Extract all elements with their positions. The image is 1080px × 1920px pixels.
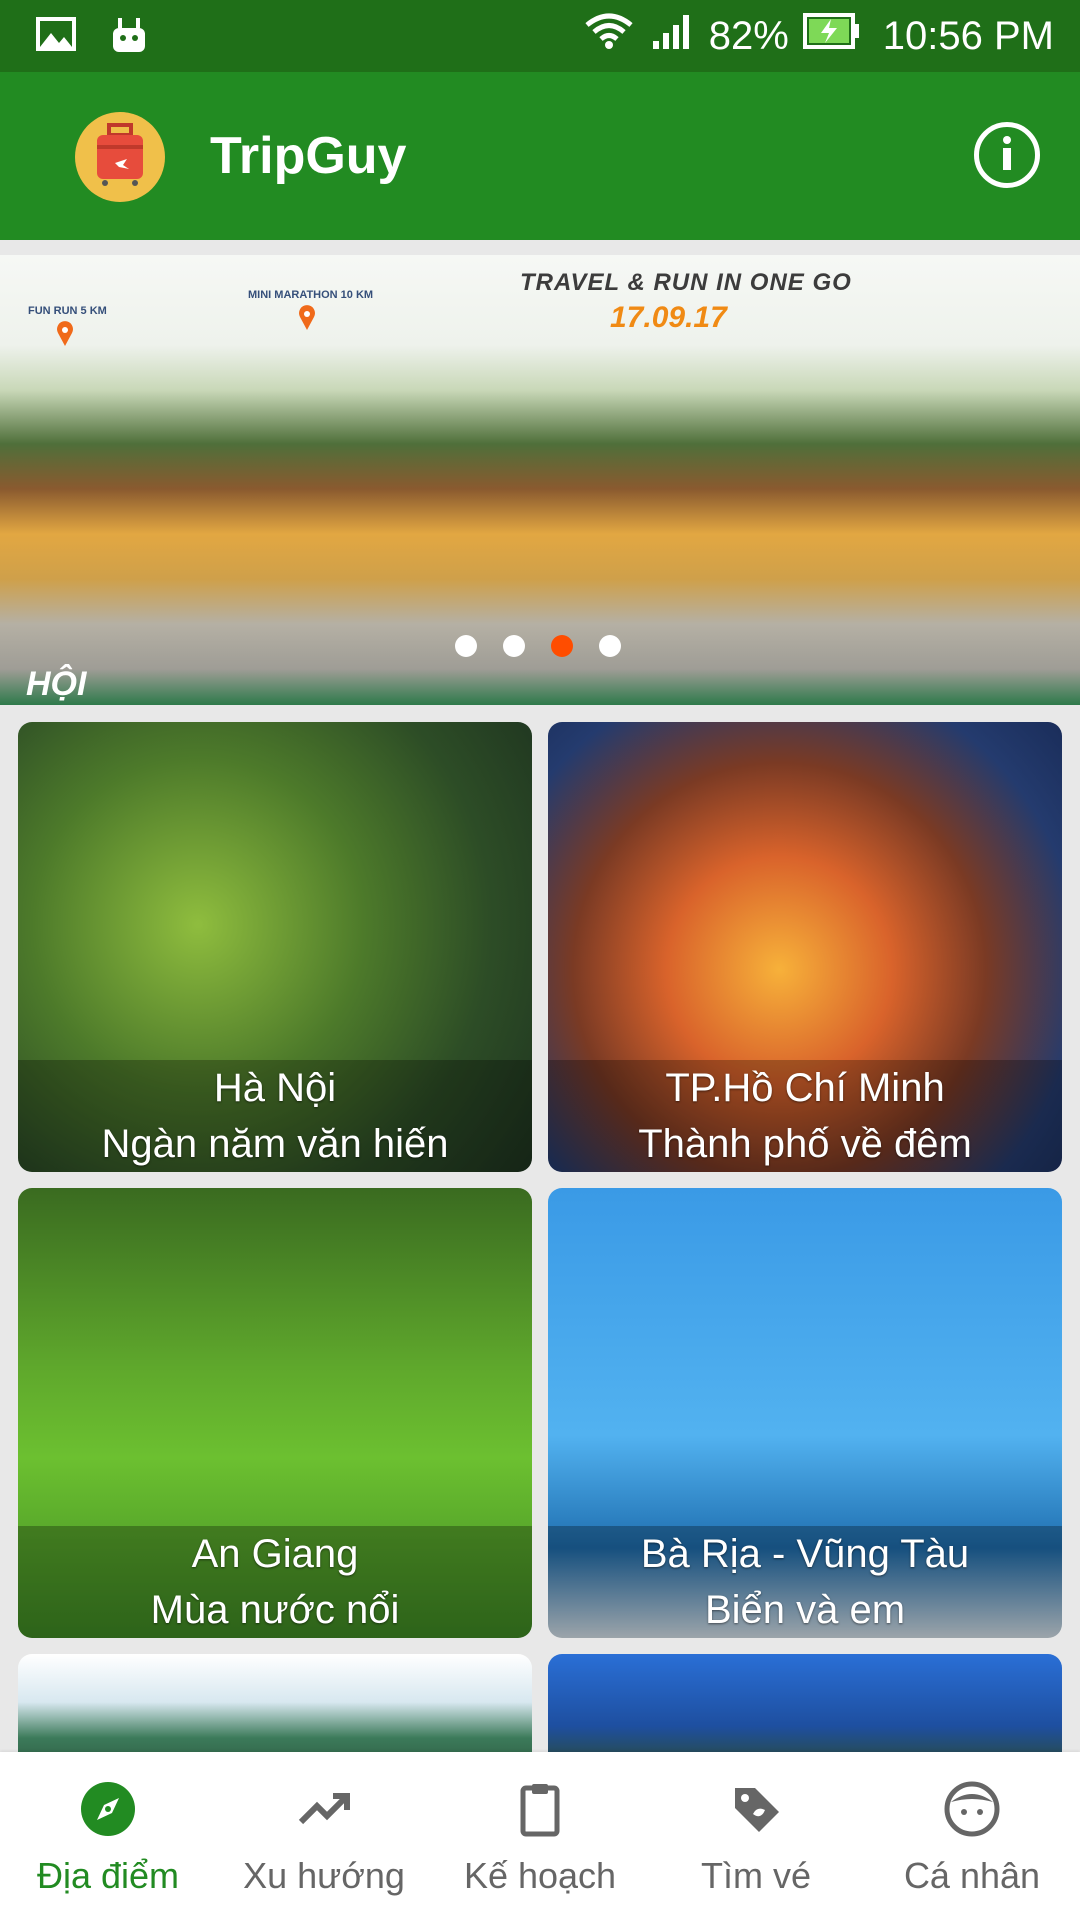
carousel-dot-active[interactable] <box>551 635 573 657</box>
battery-percent: 82% <box>708 13 789 58</box>
nav-label: Tìm vé <box>700 1855 811 1896</box>
destination-name: Bà Rịa - Vũng Tàu <box>640 1532 970 1576</box>
card-caption: Hà Nội Ngàn năm văn hiến <box>18 1060 532 1172</box>
destination-name: TP.Hồ Chí Minh <box>665 1066 945 1110</box>
nav-label: Xu hướng <box>243 1855 405 1896</box>
bottom-navigation: Địa điểm Xu hướng Kế hoạch Tìm vé Cá nhâ… <box>0 1752 1080 1920</box>
battery-charging-icon <box>802 11 861 61</box>
card-caption: An Giang Mùa nước nổi <box>18 1526 532 1638</box>
nav-label: Kế hoạch <box>463 1855 617 1896</box>
destination-subtitle: Ngàn năm văn hiến <box>101 1122 449 1166</box>
card-caption: Bà Rịa - Vũng Tàu Biển và em <box>548 1526 1062 1638</box>
nav-item-places[interactable]: Địa điểm <box>8 1752 208 1897</box>
destination-card-an-giang[interactable]: An Giang Mùa nước nổi <box>18 1188 532 1638</box>
nav-item-trends[interactable]: Xu hướng <box>224 1752 424 1897</box>
gallery-icon <box>36 16 76 56</box>
nav-label: Cá nhân <box>903 1855 1041 1896</box>
nav-item-profile[interactable]: Cá nhân <box>872 1752 1072 1897</box>
wifi-icon <box>583 11 637 61</box>
destination-subtitle: Thành phố về đêm <box>638 1122 972 1166</box>
suitcase-icon <box>93 122 147 192</box>
destination-card-hanoi[interactable]: Hà Nội Ngàn năm văn hiến <box>18 722 532 1172</box>
destination-grid: Hà Nội Ngàn năm văn hiến TP.Hồ Chí Minh … <box>18 722 1062 1774</box>
ticket-tag-icon <box>727 1780 785 1847</box>
android-icon <box>110 14 148 59</box>
banner-date: 17.09.17 <box>610 301 727 334</box>
app-logo <box>75 112 165 202</box>
carousel-dot[interactable] <box>599 635 621 657</box>
card-caption: TP.Hồ Chí Minh Thành phố về đêm <box>548 1060 1062 1172</box>
face-icon <box>943 1780 1001 1847</box>
destination-name: Hà Nội <box>213 1066 337 1110</box>
banner-headline: TRAVEL & RUN IN ONE GO <box>520 269 852 296</box>
clipboard-icon <box>511 1780 569 1847</box>
status-bar: 82% 10:56 PM <box>0 0 1080 72</box>
destination-subtitle: Mùa nước nổi <box>150 1588 400 1632</box>
banner-pin-label-2: MINI MARATHON 10 KM <box>248 289 374 301</box>
banner-pin-label-1: FUN RUN 5 KM <box>28 305 107 317</box>
info-button[interactable] <box>974 122 1040 188</box>
info-icon <box>997 135 1017 176</box>
clock-time: 10:56 PM <box>882 13 1054 58</box>
carousel-dot[interactable] <box>503 635 525 657</box>
compass-icon <box>79 1780 137 1847</box>
carousel-indicator <box>455 635 621 657</box>
signal-icon <box>651 11 695 61</box>
banner-corner-text: HỘI <box>26 665 87 703</box>
nav-item-plans[interactable]: Kế hoạch <box>440 1752 640 1897</box>
nav-item-tickets[interactable]: Tìm vé <box>656 1752 856 1897</box>
destination-name: An Giang <box>191 1532 359 1576</box>
destination-card-vung-tau[interactable]: Bà Rịa - Vũng Tàu Biển và em <box>548 1188 1062 1638</box>
destination-card-hcm[interactable]: TP.Hồ Chí Minh Thành phố về đêm <box>548 722 1062 1172</box>
promo-banner-carousel[interactable]: FUN RUN 5 KM MINI MARATHON 10 KM TRAVEL … <box>0 255 1080 705</box>
map-pin-icon <box>56 321 74 352</box>
nav-label: Địa điểm <box>36 1855 180 1896</box>
destination-subtitle: Biển và em <box>704 1588 906 1632</box>
carousel-dot[interactable] <box>455 635 477 657</box>
app-title: TripGuy <box>210 127 407 185</box>
trending-icon <box>295 1780 353 1847</box>
map-pin-icon <box>298 305 316 336</box>
app-bar: TripGuy <box>0 72 1080 240</box>
